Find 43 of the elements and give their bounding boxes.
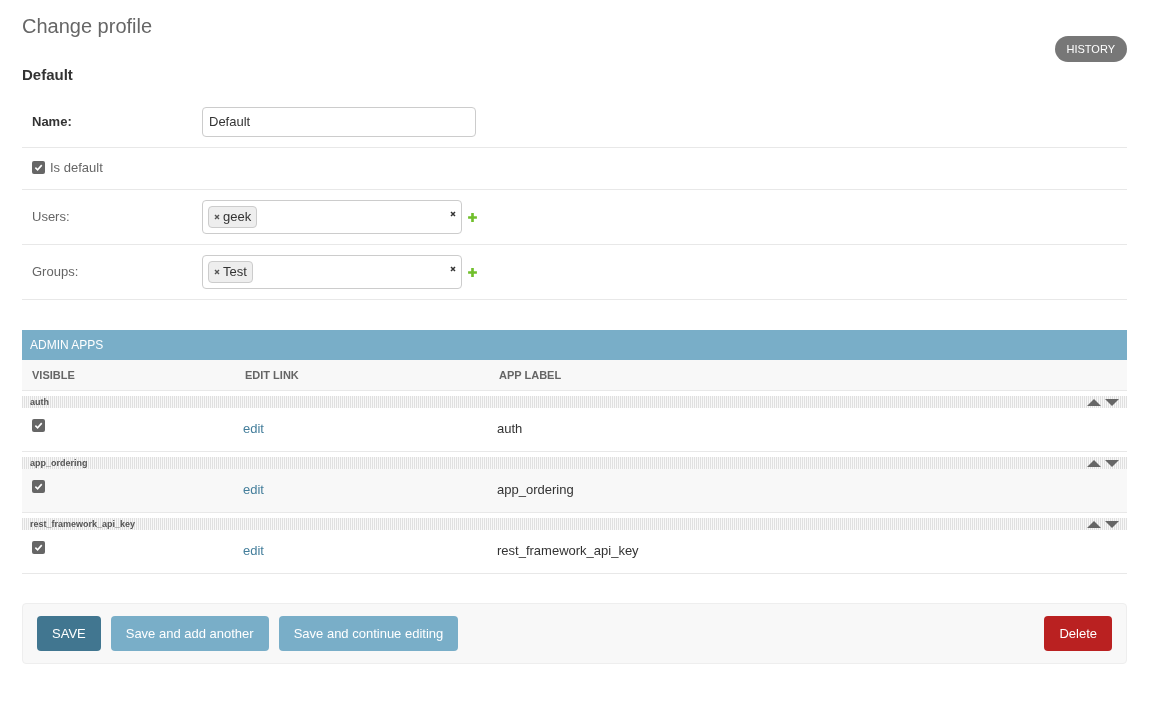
checkbox-label: Is default (50, 158, 103, 177)
field-label: Groups: (32, 263, 80, 282)
clear-icon[interactable] (450, 211, 456, 217)
multi-select-field[interactable]: geek (202, 200, 462, 234)
move-up-icon[interactable] (1087, 398, 1101, 406)
move-down-icon[interactable] (1105, 459, 1119, 467)
clear-icon[interactable] (450, 266, 456, 272)
group-label: app_ordering (30, 458, 88, 468)
visible-checkbox[interactable] (32, 480, 45, 493)
field-label: Name: (32, 112, 73, 131)
edit-link[interactable]: edit (243, 419, 497, 439)
save-button[interactable]: SAVE (37, 616, 101, 651)
page-title: Change profile (22, 14, 153, 39)
inline-title: ADMIN APPS (30, 337, 104, 354)
move-down-icon[interactable] (1105, 398, 1119, 406)
move-down-icon[interactable] (1105, 520, 1119, 528)
column-header: APP LABEL (499, 367, 562, 383)
field-label: Users: (32, 208, 71, 227)
visible-checkbox[interactable] (32, 541, 45, 554)
app-label-text: auth (497, 420, 523, 438)
multi-select-field[interactable]: Test (202, 255, 462, 289)
group-label: rest_framework_api_key (30, 519, 136, 529)
checkbox[interactable] (32, 160, 45, 174)
delete-button[interactable]: Delete (1044, 616, 1112, 651)
tag-text: Test (223, 263, 247, 282)
column-header: VISIBLE (32, 367, 76, 383)
app-label-text: rest_framework_api_key (497, 542, 639, 560)
remove-icon[interactable] (214, 214, 220, 220)
edit-link[interactable]: edit (243, 480, 497, 500)
visible-checkbox[interactable] (32, 419, 45, 432)
app-label-text: app_ordering (497, 481, 574, 499)
remove-icon[interactable] (214, 269, 220, 275)
column-header: EDIT LINK (245, 367, 300, 383)
tag-text: geek (223, 208, 252, 227)
edit-link[interactable]: edit (243, 541, 497, 561)
history-button[interactable]: HISTORY (1054, 36, 1127, 62)
group-label: auth (30, 397, 49, 407)
name-input-field[interactable]: Default (202, 106, 476, 137)
move-up-icon[interactable] (1087, 520, 1101, 528)
move-up-icon[interactable] (1087, 459, 1101, 467)
selected-tag[interactable]: geek (208, 206, 258, 228)
selected-tag[interactable]: Test (208, 261, 253, 283)
object-heading: Default (22, 65, 74, 85)
